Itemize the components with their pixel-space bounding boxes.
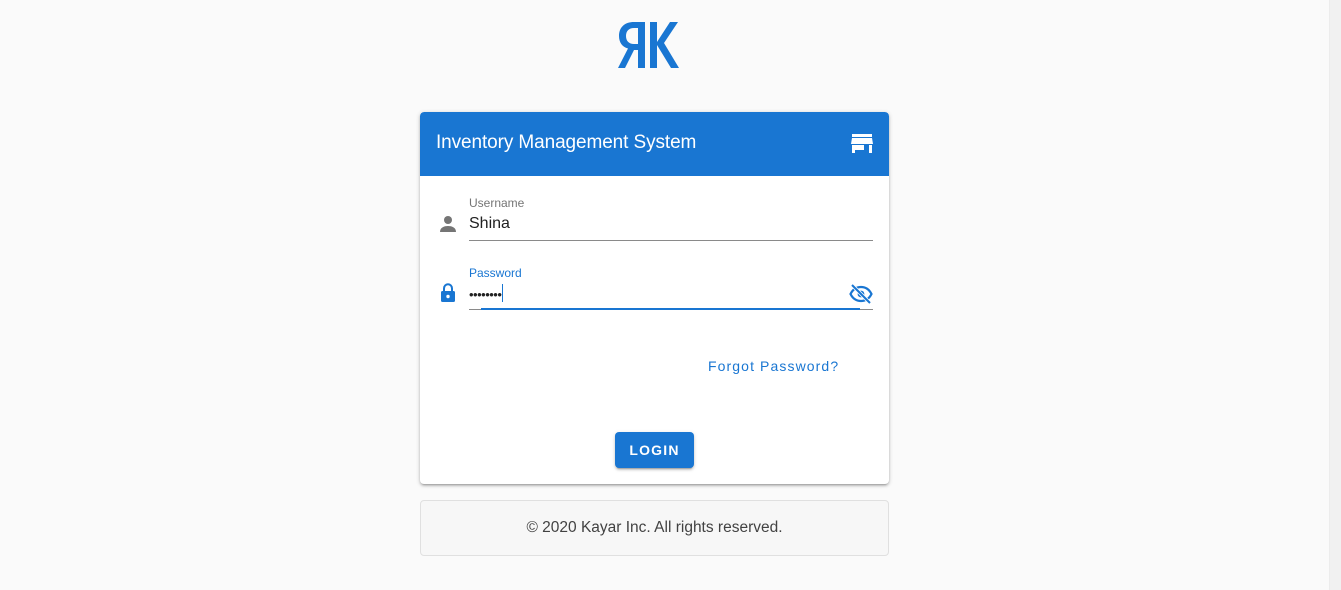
person-icon xyxy=(440,216,456,232)
store-icon xyxy=(851,134,873,153)
username-label: Username xyxy=(469,196,525,210)
forgot-password-link[interactable]: Forgot Password? xyxy=(708,358,839,374)
username-underline xyxy=(469,240,873,241)
eye-off-icon[interactable] xyxy=(849,282,873,306)
password-underline-focus xyxy=(481,308,860,310)
username-input[interactable]: Shina xyxy=(469,215,510,233)
login-card: Inventory Management System Username Shi… xyxy=(420,112,889,484)
page-scrollbar[interactable] xyxy=(1329,0,1341,590)
password-input[interactable]: •••••••• xyxy=(469,284,504,302)
login-button[interactable]: LOGIN xyxy=(615,432,694,468)
password-value: •••••••• xyxy=(469,287,502,302)
password-label: Password xyxy=(469,266,522,280)
card-header: Inventory Management System xyxy=(420,112,889,176)
password-field-group: Password •••••••• xyxy=(436,262,873,314)
username-field-group: Username Shina xyxy=(436,192,873,242)
lock-icon xyxy=(441,283,455,302)
footer: © 2020 Kayar Inc. All rights reserved. xyxy=(420,500,889,556)
text-caret xyxy=(502,284,504,302)
card-title: Inventory Management System xyxy=(436,132,697,153)
brand-logo xyxy=(618,22,679,68)
footer-copyright: © 2020 Kayar Inc. All rights reserved. xyxy=(526,519,783,536)
